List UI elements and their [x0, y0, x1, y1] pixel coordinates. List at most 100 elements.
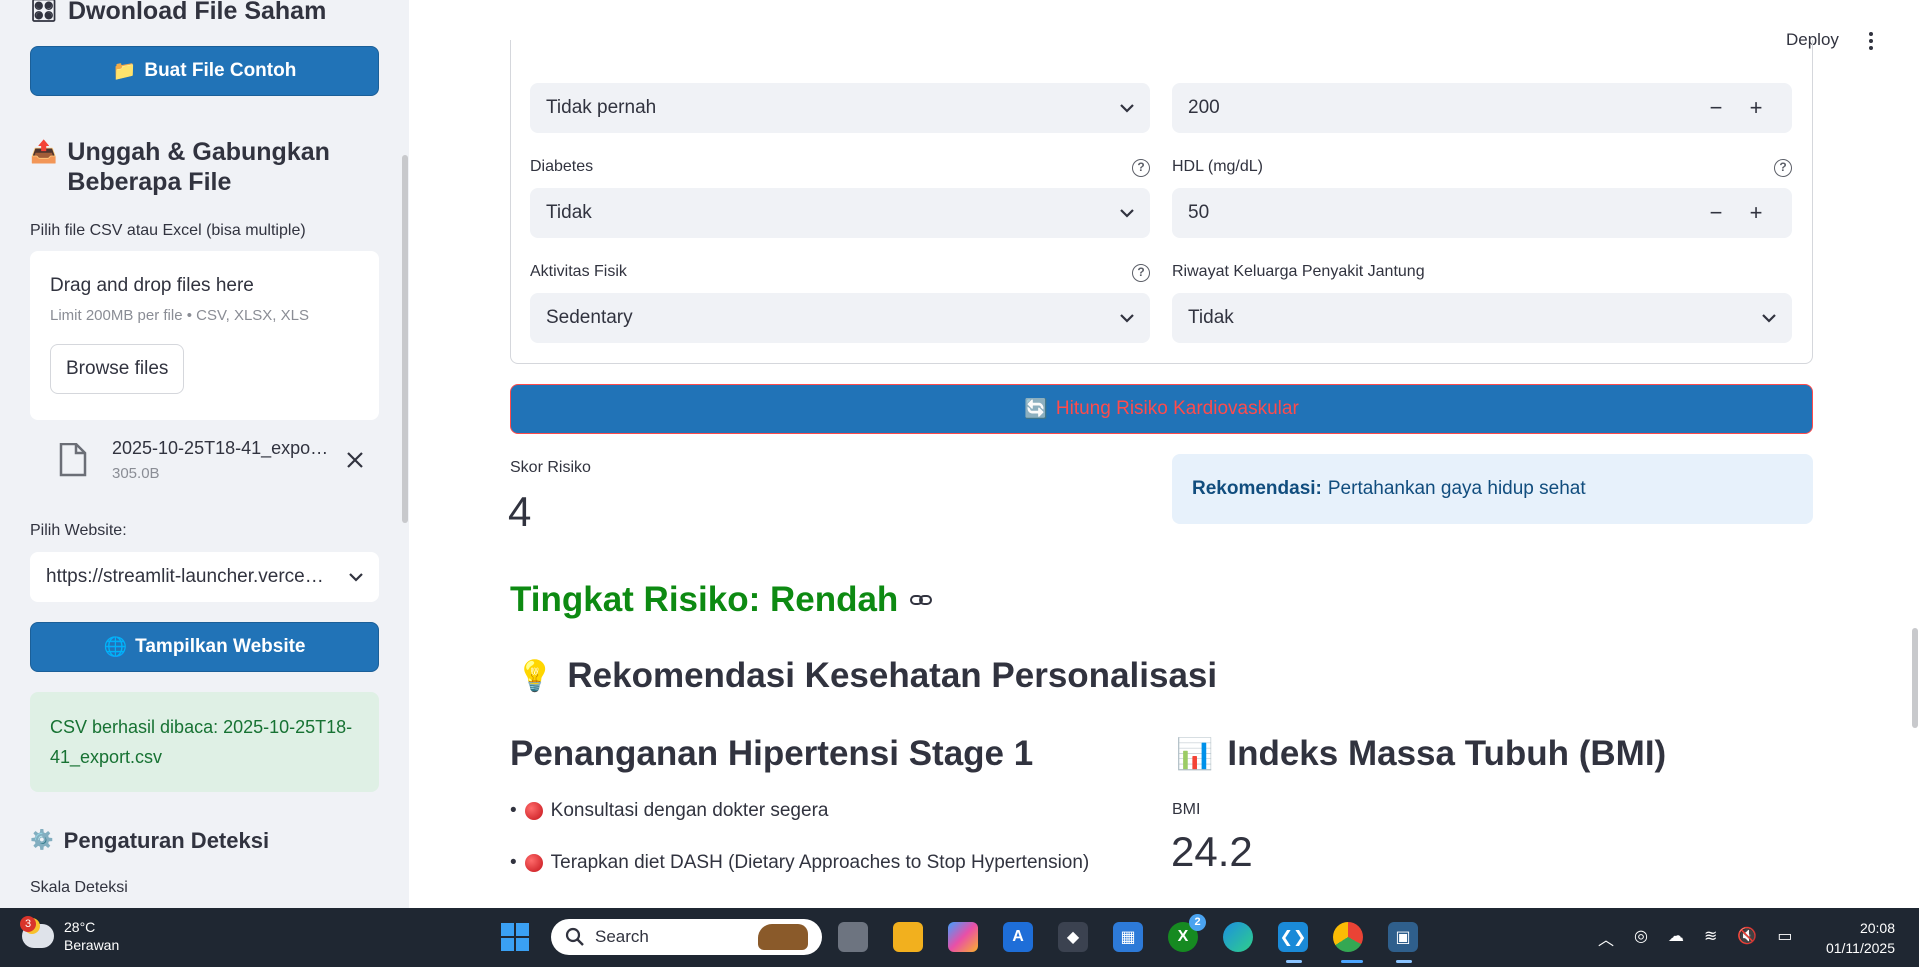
bmi-heading: 📊 Indeks Massa Tubuh (BMI)	[1176, 734, 1666, 774]
browse-files-button[interactable]: Browse files	[50, 344, 185, 394]
calculate-risk-label: Hitung Risiko Kardiovaskular	[1055, 398, 1299, 419]
wifi-icon[interactable]: ≋	[1704, 926, 1717, 950]
chevron-down-icon	[1120, 103, 1134, 113]
cholesterol-input[interactable]: 200 − +	[1172, 83, 1792, 133]
smoking-select[interactable]: Tidak pernah	[530, 83, 1150, 133]
bmi-value: 24.2	[1171, 828, 1253, 875]
sidebar: 🎛 Dwonload File Saham 📁 Buat File Contoh…	[0, 0, 409, 908]
scale-label: Skala Deteksi	[30, 879, 128, 896]
create-sample-file-button[interactable]: 📁 Buat File Contoh	[30, 46, 379, 96]
clock-date: 01/11/2025	[1825, 940, 1895, 956]
download-title-text: Dwonload File Saham	[67, 0, 327, 25]
edge-icon[interactable]	[1223, 922, 1253, 952]
taskbar: 3 28°C Berawan Search A ◆ ▦ X 2 ❮❯ ▣ ︿ ◎…	[0, 908, 1919, 967]
vscode-icon[interactable]: ❮❯	[1278, 922, 1308, 952]
website-select[interactable]: https://streamlit-launcher.vercel.app	[30, 552, 379, 602]
weather-widget[interactable]: 3 28°C Berawan	[20, 916, 119, 954]
help-icon[interactable]: ?	[1132, 159, 1150, 177]
activity-select-value: Sedentary	[546, 307, 633, 328]
bison-image	[758, 924, 808, 950]
file-dropzone[interactable]: Drag and drop files here Limit 200MB per…	[30, 251, 379, 420]
uploaded-file-size: 305.0B	[112, 465, 160, 482]
hdl-label: HDL (mg/dL)	[1172, 158, 1263, 175]
risk-level-text: Tingkat Risiko: Rendah	[510, 580, 899, 619]
list-item-text: Terapkan diet DASH (Dietary Approaches t…	[550, 852, 1090, 873]
uploaded-file-name: 2025-10-25T18-41_export.csv	[112, 438, 334, 458]
hypertension-heading: Penanganan Hipertensi Stage 1	[510, 734, 1033, 774]
main-scrollbar[interactable]	[1912, 628, 1918, 728]
link-icon[interactable]	[910, 593, 933, 607]
decrement-icon[interactable]: −	[1696, 200, 1736, 226]
task-view-icon[interactable]	[838, 922, 868, 952]
risk-level-heading: Tingkat Risiko: Rendah	[510, 580, 933, 620]
chevron-up-icon[interactable]: ︿	[1598, 926, 1614, 950]
taskbar-search[interactable]: Search	[551, 919, 822, 955]
globe-icon: 🌐	[103, 637, 128, 658]
upload-title: 📤 Unggah & Gabungkan Beberapa File	[30, 137, 379, 197]
uploaded-file-row: 2025-10-25T18-41_export.csv 305.0B	[30, 438, 379, 482]
activity-select[interactable]: Sedentary	[530, 293, 1150, 343]
diabetes-select[interactable]: Tidak	[530, 188, 1150, 238]
bmi-heading-text: Indeks Massa Tubuh (BMI)	[1227, 734, 1667, 773]
hdl-value: 50	[1188, 202, 1210, 223]
upload-title-text: Unggah & Gabungkan Beberapa File	[67, 138, 330, 196]
recommendation-bold: Rekomendasi:	[1192, 478, 1322, 499]
smoking-select-value: Tidak pernah	[546, 97, 657, 118]
xbox-icon[interactable]: X 2	[1168, 914, 1206, 952]
family-history-select[interactable]: Tidak	[1172, 293, 1792, 343]
diabetes-label: Diabetes	[530, 158, 594, 175]
volume-muted-icon[interactable]: 🔇	[1737, 926, 1757, 950]
file-explorer-icon[interactable]	[893, 922, 923, 952]
website-select-value: https://streamlit-launcher.vercel.app	[46, 566, 326, 587]
help-icon[interactable]: ?	[1774, 159, 1792, 177]
weather-temp: 28°C	[64, 919, 96, 935]
download-section: 🎛 Dwonload File Saham	[30, 0, 379, 26]
gear-icon: ⚙️	[30, 830, 54, 851]
cloud-off-icon[interactable]: ☁	[1668, 926, 1684, 950]
recommendation-box: Rekomendasi: Pertahankan gaya hidup seha…	[1172, 454, 1813, 524]
calculate-risk-button[interactable]: 🔄 Hitung Risiko Kardiovaskular	[510, 384, 1813, 434]
detection-title-text: Pengaturan Deteksi	[63, 828, 270, 853]
active-indicator	[1396, 960, 1412, 963]
decrement-icon[interactable]: −	[1696, 95, 1736, 121]
python-icon[interactable]: ▣	[1388, 922, 1418, 952]
active-indicator	[1286, 960, 1302, 963]
success-alert: CSV berhasil dibaca: 2025-10-25T18-41_ex…	[30, 692, 379, 792]
weather-icon: 3	[20, 916, 54, 948]
detection-title: ⚙️ Pengaturan Deteksi	[30, 826, 379, 856]
hdl-input[interactable]: 50 − +	[1172, 188, 1792, 238]
list-item: • Konsultasi dengan dokter segera	[510, 800, 829, 821]
folder-icon: 📁	[112, 61, 137, 82]
app-icon[interactable]: ◆	[1058, 922, 1088, 952]
diabetes-select-value: Tidak	[546, 202, 592, 223]
bmi-label: BMI	[1172, 801, 1201, 818]
red-circle-icon	[524, 802, 543, 820]
help-icon[interactable]: ?	[1132, 264, 1150, 282]
light-bulb-icon: 💡	[516, 659, 554, 693]
file-input-label: Pilih file CSV atau Excel (bisa multiple…	[30, 222, 306, 239]
increment-icon[interactable]: +	[1736, 95, 1776, 121]
clock[interactable]: 20:08 01/11/2025	[1810, 918, 1895, 958]
battery-icon[interactable]: ▭	[1777, 926, 1792, 950]
search-placeholder: Search	[595, 927, 649, 946]
outbox-tray-icon: 📤	[30, 139, 58, 164]
cholesterol-value: 200	[1188, 97, 1220, 118]
show-website-button[interactable]: 🌐 Tampilkan Website	[30, 622, 379, 672]
copilot-icon[interactable]	[948, 922, 978, 952]
remove-file-icon[interactable]	[346, 451, 364, 469]
app-icon[interactable]: A	[1003, 922, 1033, 952]
chrome-icon[interactable]	[1333, 922, 1363, 952]
score-label: Skor Risiko	[510, 459, 591, 476]
website-label: Pilih Website:	[30, 522, 127, 539]
sync-icon[interactable]: ◎	[1634, 926, 1648, 950]
chevron-down-icon	[1120, 208, 1134, 218]
dropzone-limit: Limit 200MB per file • CSV, XLSX, XLS	[50, 307, 309, 324]
store-icon[interactable]: ▦	[1113, 922, 1143, 952]
main-menu-icon[interactable]	[1868, 32, 1874, 52]
sidebar-scrollbar[interactable]	[402, 155, 408, 523]
chevron-down-icon	[349, 572, 363, 582]
control-knobs-icon: 🎛	[30, 0, 58, 23]
windows-start-icon[interactable]	[500, 922, 530, 952]
download-title: 🎛 Dwonload File Saham	[30, 0, 379, 26]
increment-icon[interactable]: +	[1736, 200, 1776, 226]
